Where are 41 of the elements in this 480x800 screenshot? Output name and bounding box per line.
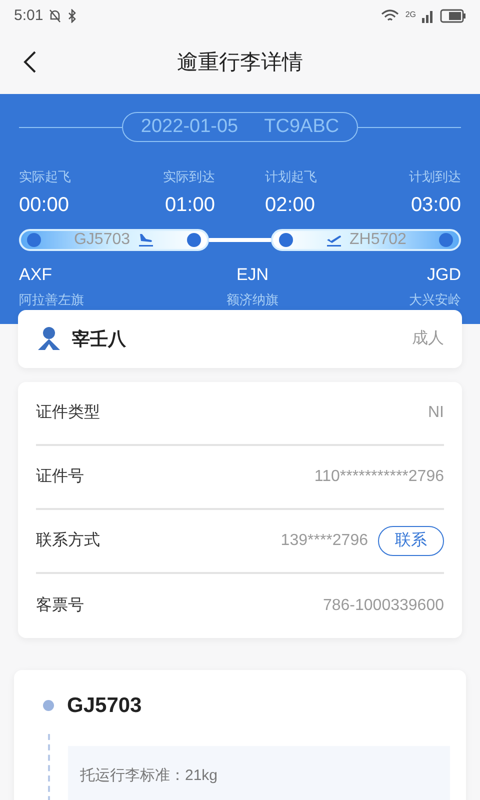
- segment-flight: GJ5703: [74, 230, 130, 250]
- detail-label: 证件类型: [36, 402, 100, 423]
- flight-number: GJ5703: [67, 693, 142, 719]
- detail-value: 786-1000339600: [322, 596, 444, 616]
- airport-code: JGD: [427, 264, 461, 286]
- time-label: 实际起飞: [19, 168, 71, 186]
- battery-icon: [440, 9, 466, 23]
- detail-label: 证件号: [36, 467, 84, 487]
- time-value: 01:00: [164, 192, 215, 218]
- passenger-name: 宰壬八: [72, 328, 126, 350]
- time-label: 计划到达: [409, 168, 461, 186]
- segment-flight: ZH5702: [350, 230, 406, 250]
- airport-code: AXF: [19, 264, 52, 286]
- page-title: 逾重行李详情: [177, 50, 303, 76]
- wifi-icon: [381, 9, 400, 23]
- time-value: 03:00: [410, 192, 461, 218]
- detail-value: 110***********2796: [314, 467, 444, 487]
- status-time: 5:01: [14, 6, 44, 26]
- detail-label: 客票号: [36, 596, 84, 616]
- baggage-standard: 托运行李标准：21kg: [80, 766, 218, 784]
- person-icon: [36, 326, 62, 352]
- back-icon: [23, 50, 37, 74]
- bluetooth-icon: [67, 9, 78, 23]
- contact-button[interactable]: 联系: [378, 526, 444, 556]
- time-value: 00:00: [19, 192, 70, 218]
- detail-label: 联系方式: [36, 530, 100, 551]
- signal-icon: [422, 9, 434, 23]
- airport-name: 大兴安岭: [409, 291, 461, 309]
- passenger-type: 成人: [412, 328, 444, 349]
- time-value: 02:00: [265, 192, 316, 218]
- detail-value: 139****2796: [280, 531, 368, 551]
- trip-code: TC9ABC: [264, 114, 340, 139]
- bell-off-icon: [49, 9, 62, 23]
- detail-value: NI: [428, 403, 444, 423]
- network-label: 2G: [405, 11, 416, 19]
- airport-code: EJN: [236, 264, 269, 286]
- trip-date: 2022-01-05: [140, 114, 238, 139]
- time-label: 计划起飞: [265, 168, 317, 186]
- airport-name: 阿拉善左旗: [19, 291, 84, 309]
- airport-name: 额济纳旗: [226, 291, 278, 309]
- time-label: 实际到达: [163, 168, 215, 186]
